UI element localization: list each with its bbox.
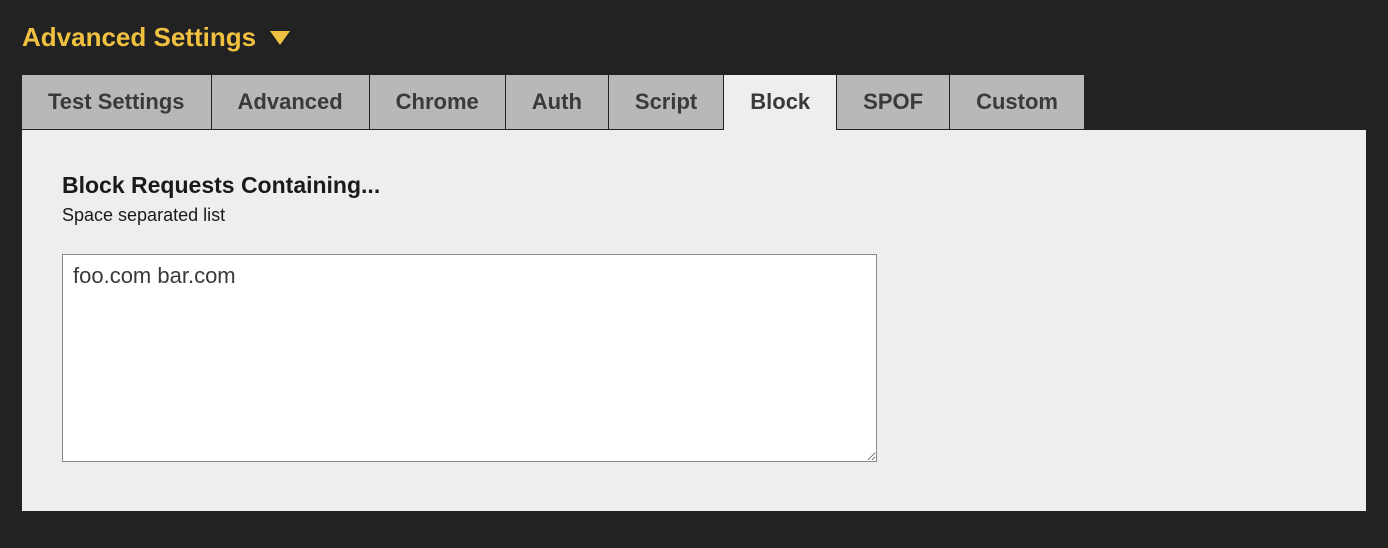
tab-block[interactable]: Block <box>724 75 837 130</box>
advanced-settings-header[interactable]: Advanced Settings <box>22 22 1366 53</box>
block-list-textarea[interactable] <box>62 254 877 462</box>
tab-script[interactable]: Script <box>609 75 724 130</box>
tab-chrome[interactable]: Chrome <box>370 75 506 130</box>
chevron-down-icon <box>270 31 290 45</box>
tab-auth[interactable]: Auth <box>506 75 609 130</box>
tab-custom[interactable]: Custom <box>950 75 1085 130</box>
tabs-container: Test Settings Advanced Chrome Auth Scrip… <box>22 75 1366 130</box>
tab-advanced[interactable]: Advanced <box>212 75 370 130</box>
tab-test-settings[interactable]: Test Settings <box>22 75 212 130</box>
header-title: Advanced Settings <box>22 22 256 53</box>
block-panel: Block Requests Containing... Space separ… <box>22 130 1366 511</box>
tab-spof[interactable]: SPOF <box>837 75 950 130</box>
block-subtitle: Space separated list <box>62 205 1326 226</box>
block-heading: Block Requests Containing... <box>62 172 1326 199</box>
